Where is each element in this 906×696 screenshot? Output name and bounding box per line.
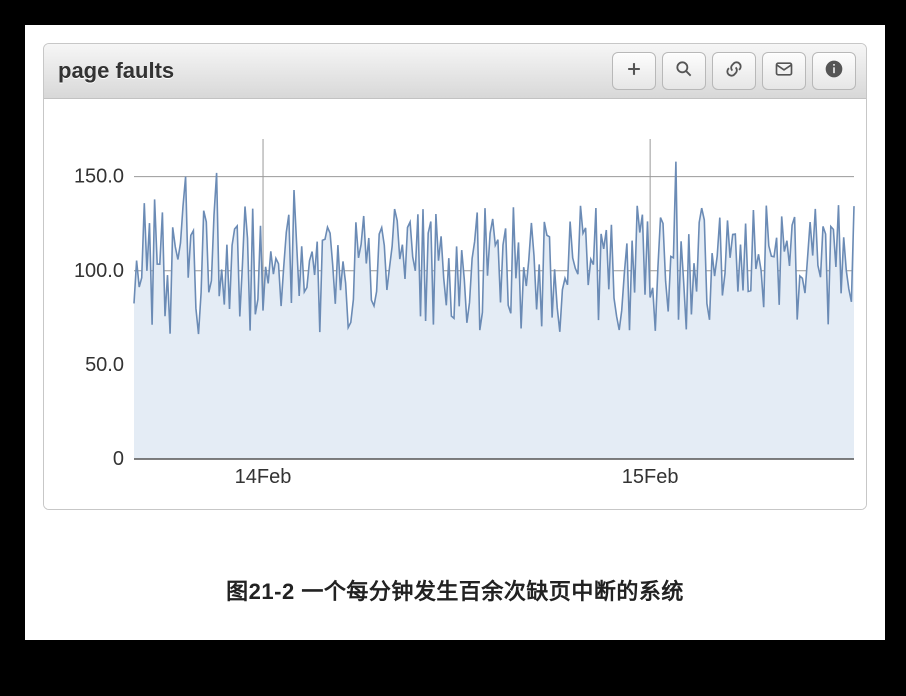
- figure-caption: 图21-2 一个每分钟发生百余次缺页中断的系统: [25, 550, 885, 640]
- magnifier-icon: [674, 59, 694, 84]
- y-tick-label: 50.0: [85, 354, 124, 376]
- x-tick-label: 14Feb: [235, 466, 292, 488]
- figure-container: page faults 0 50.0 100.0 150.0 14Feb 15Feb 图2…: [25, 25, 885, 640]
- plus-icon: [624, 59, 644, 84]
- x-tick-label: 15Feb: [622, 466, 679, 488]
- zoom-button[interactable]: [662, 52, 706, 90]
- info-icon: [824, 59, 844, 84]
- chart-area-fill: [134, 162, 854, 459]
- mail-icon: [774, 59, 794, 84]
- info-button[interactable]: [812, 52, 856, 90]
- link-icon: [724, 59, 744, 84]
- chart-svg: 0 50.0 100.0 150.0 14Feb 15Feb: [44, 99, 864, 509]
- add-button[interactable]: [612, 52, 656, 90]
- y-tick-label: 0: [113, 448, 124, 470]
- chart-area: 0 50.0 100.0 150.0 14Feb 15Feb: [44, 99, 866, 509]
- panel-title: page faults: [54, 58, 174, 84]
- y-tick-label: 150.0: [74, 166, 124, 188]
- chart-panel: page faults 0 50.0 100.0 150.0 14Feb 15Feb: [43, 43, 867, 510]
- y-tick-label: 100.0: [74, 260, 124, 282]
- link-button[interactable]: [712, 52, 756, 90]
- panel-header: page faults: [44, 44, 866, 99]
- panel-toolbar: [612, 52, 856, 90]
- mail-button[interactable]: [762, 52, 806, 90]
